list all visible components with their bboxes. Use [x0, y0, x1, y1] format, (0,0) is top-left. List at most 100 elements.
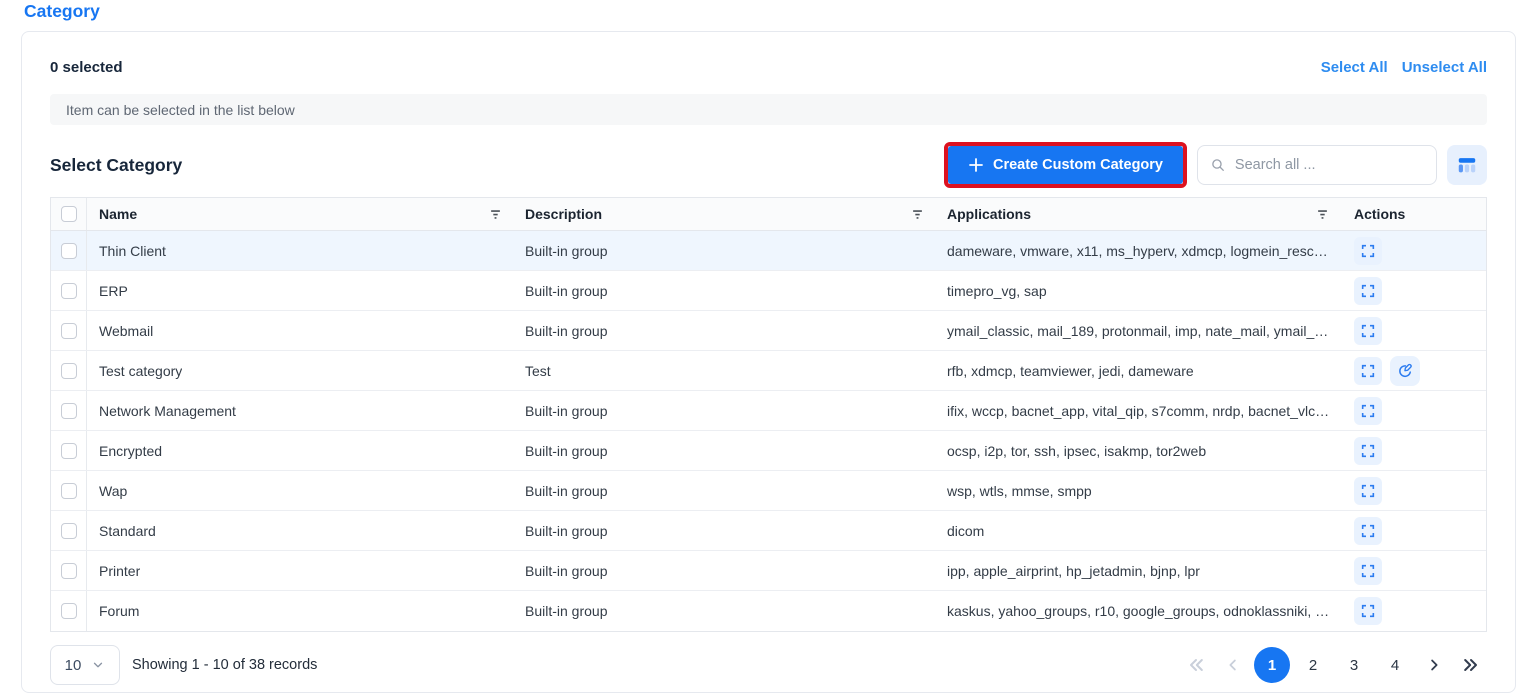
- search-input[interactable]: [1235, 157, 1424, 173]
- category-description: Built-in group: [525, 403, 608, 419]
- category-applications: dicom: [947, 523, 984, 539]
- category-applications: dameware, vmware, x11, ms_hyperv, xdmcp,…: [947, 243, 1332, 259]
- row-checkbox[interactable]: [61, 243, 77, 259]
- search-box: [1197, 145, 1437, 185]
- category-applications: ipp, apple_airprint, hp_jetadmin, bjnp, …: [947, 563, 1200, 579]
- category-applications: timepro_vg, sap: [947, 283, 1047, 299]
- category-applications: ifix, wccp, bacnet_app, vital_qip, s7com…: [947, 403, 1332, 419]
- table-row[interactable]: Wap Built-in group wsp, wtls, mmse, smpp: [51, 471, 1486, 511]
- category-description: Built-in group: [525, 443, 608, 459]
- page-button-1[interactable]: 1: [1254, 647, 1290, 683]
- category-description: Built-in group: [525, 603, 608, 619]
- page-button-2[interactable]: 2: [1295, 647, 1331, 683]
- row-checkbox[interactable]: [61, 283, 77, 299]
- expand-button[interactable]: [1354, 477, 1382, 505]
- selected-count: 0 selected: [50, 59, 123, 76]
- filter-icon: [488, 207, 503, 222]
- category-applications: ocsp, i2p, tor, ssh, ipsec, isakmp, tor2…: [947, 443, 1206, 459]
- category-description: Built-in group: [525, 483, 608, 499]
- name-filter-button[interactable]: [486, 205, 505, 224]
- expand-button[interactable]: [1354, 437, 1382, 465]
- category-name: Forum: [99, 603, 139, 619]
- first-page-button[interactable]: [1180, 649, 1212, 681]
- table-row[interactable]: Forum Built-in group kaskus, yahoo_group…: [51, 591, 1486, 631]
- table-row[interactable]: Printer Built-in group ipp, apple_airpri…: [51, 551, 1486, 591]
- edit-icon: [1396, 362, 1414, 380]
- row-checkbox[interactable]: [61, 523, 77, 539]
- category-description: Built-in group: [525, 283, 608, 299]
- expand-icon: [1360, 283, 1376, 299]
- page-size-value: 10: [65, 657, 82, 674]
- category-card: 0 selected Select All Unselect All Item …: [21, 31, 1516, 693]
- selection-toolbar: 0 selected Select All Unselect All: [50, 56, 1487, 78]
- page-size-select[interactable]: 10: [50, 645, 120, 685]
- prev-page-button[interactable]: [1217, 649, 1249, 681]
- selection-hint: Item can be selected in the list below: [50, 94, 1487, 125]
- prev-page-icon: [1224, 656, 1242, 674]
- category-name: Printer: [99, 563, 140, 579]
- category-name: Encrypted: [99, 443, 162, 459]
- table-row[interactable]: Standard Built-in group dicom: [51, 511, 1486, 551]
- row-checkbox[interactable]: [61, 363, 77, 379]
- page-title: Category: [24, 1, 1537, 24]
- category-description: Built-in group: [525, 323, 608, 339]
- expand-button[interactable]: [1354, 597, 1382, 625]
- column-header-description: Description: [525, 206, 602, 222]
- chevron-down-icon: [91, 658, 105, 672]
- expand-button[interactable]: [1354, 517, 1382, 545]
- description-filter-button[interactable]: [908, 205, 927, 224]
- table-row[interactable]: Network Management Built-in group ifix, …: [51, 391, 1486, 431]
- category-description: Built-in group: [525, 563, 608, 579]
- expand-button[interactable]: [1354, 237, 1382, 265]
- select-all-link[interactable]: Select All: [1321, 59, 1388, 76]
- unselect-all-link[interactable]: Unselect All: [1402, 59, 1487, 76]
- column-settings-button[interactable]: [1447, 145, 1487, 185]
- category-applications: rfb, xdmcp, teamviewer, jedi, dameware: [947, 363, 1194, 379]
- category-table: Name Description Applications Actions Th…: [50, 197, 1487, 632]
- expand-button[interactable]: [1354, 277, 1382, 305]
- column-header-actions: Actions: [1354, 206, 1405, 222]
- category-name: Network Management: [99, 403, 236, 419]
- expand-button[interactable]: [1354, 557, 1382, 585]
- filter-icon: [1315, 207, 1330, 222]
- category-description: Test: [525, 363, 551, 379]
- first-page-icon: [1186, 655, 1206, 675]
- filter-icon: [910, 207, 925, 222]
- page-button-3[interactable]: 3: [1336, 647, 1372, 683]
- records-summary: Showing 1 - 10 of 38 records: [132, 657, 317, 673]
- edit-button[interactable]: [1390, 356, 1420, 386]
- category-description: Built-in group: [525, 523, 608, 539]
- pager: 1 2 3 4: [1180, 647, 1487, 683]
- table-row[interactable]: Webmail Built-in group ymail_classic, ma…: [51, 311, 1486, 351]
- applications-filter-button[interactable]: [1313, 205, 1332, 224]
- expand-button[interactable]: [1354, 357, 1382, 385]
- row-checkbox[interactable]: [61, 483, 77, 499]
- expand-button[interactable]: [1354, 317, 1382, 345]
- table-row[interactable]: Test category Test rfb, xdmcp, teamviewe…: [51, 351, 1486, 391]
- last-page-icon: [1461, 655, 1481, 675]
- category-applications: kaskus, yahoo_groups, r10, google_groups…: [947, 603, 1332, 619]
- category-name: ERP: [99, 283, 128, 299]
- table-row[interactable]: Encrypted Built-in group ocsp, i2p, tor,…: [51, 431, 1486, 471]
- create-custom-category-button[interactable]: Create Custom Category: [948, 146, 1183, 184]
- page-button-4[interactable]: 4: [1377, 647, 1413, 683]
- expand-icon: [1360, 443, 1376, 459]
- expand-button[interactable]: [1354, 397, 1382, 425]
- last-page-button[interactable]: [1455, 649, 1487, 681]
- select-all-checkbox[interactable]: [61, 206, 77, 222]
- next-page-button[interactable]: [1418, 649, 1450, 681]
- row-checkbox[interactable]: [61, 403, 77, 419]
- expand-icon: [1360, 523, 1376, 539]
- column-header-applications: Applications: [947, 206, 1031, 222]
- row-checkbox[interactable]: [61, 563, 77, 579]
- row-checkbox[interactable]: [61, 323, 77, 339]
- plus-icon: [968, 157, 984, 173]
- pagination-bar: 10 Showing 1 - 10 of 38 records 1 2 3 4: [50, 644, 1487, 686]
- create-button-label: Create Custom Category: [993, 157, 1163, 173]
- category-applications: ymail_classic, mail_189, protonmail, imp…: [947, 323, 1332, 339]
- table-row[interactable]: ERP Built-in group timepro_vg, sap: [51, 271, 1486, 311]
- row-checkbox[interactable]: [61, 603, 77, 619]
- row-checkbox[interactable]: [61, 443, 77, 459]
- table-row[interactable]: Thin Client Built-in group dameware, vmw…: [51, 231, 1486, 271]
- category-name: Webmail: [99, 323, 153, 339]
